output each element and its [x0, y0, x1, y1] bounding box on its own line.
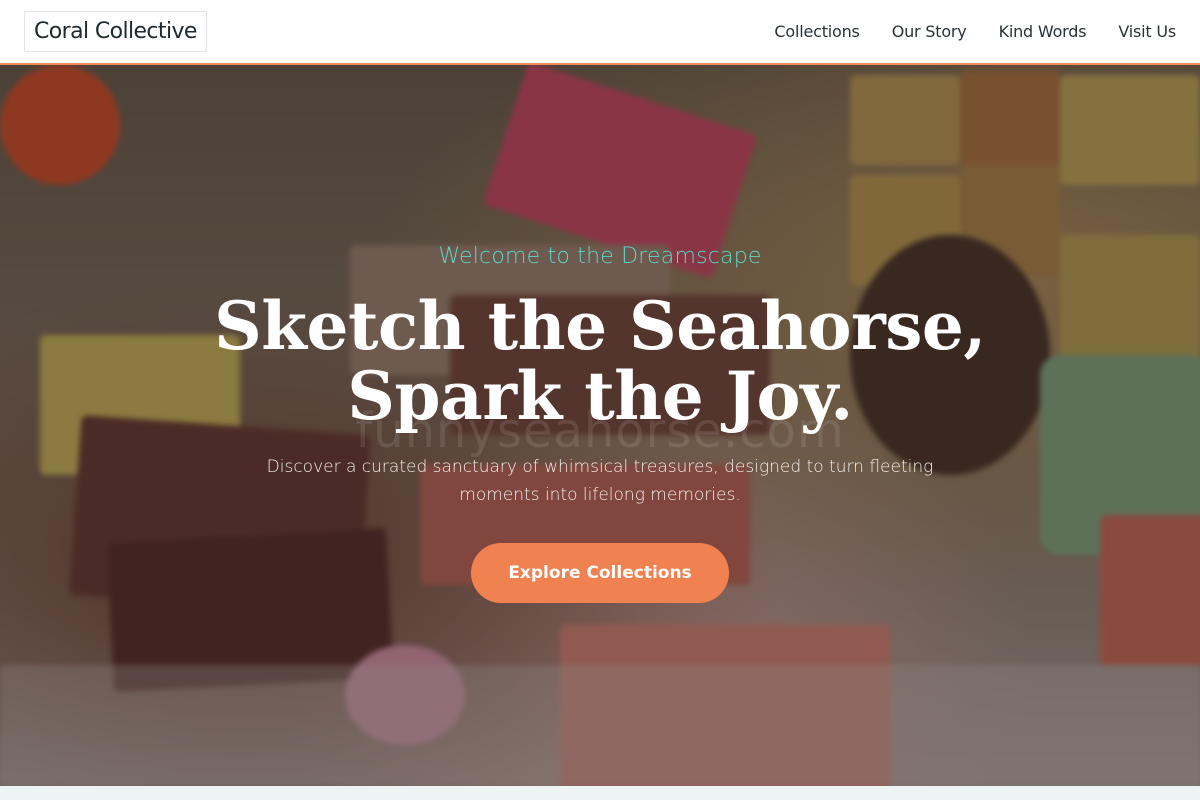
headline-line-2: Spark the Joy. — [347, 357, 853, 435]
nav-link-visit-us[interactable]: Visit Us — [1118, 22, 1176, 41]
nav-link-kind-words[interactable]: Kind Words — [999, 22, 1087, 41]
nav-link-collections[interactable]: Collections — [774, 22, 859, 41]
hero-content: Welcome to the Dreamscape Sketch the Sea… — [0, 65, 1200, 786]
nav-link-our-story[interactable]: Our Story — [892, 22, 967, 41]
explore-collections-button[interactable]: Explore Collections — [471, 543, 729, 603]
site-header: Coral Collective Collections Our Story K… — [0, 0, 1200, 65]
hero-headline: Sketch the Seahorse, Spark the Joy. — [214, 291, 986, 431]
next-section-edge — [0, 786, 1200, 800]
hero-eyebrow: Welcome to the Dreamscape — [438, 244, 762, 269]
headline-line-1: Sketch the Seahorse, — [214, 287, 986, 365]
brand-logo[interactable]: Coral Collective — [24, 11, 207, 52]
hero-subtext: Discover a curated sanctuary of whimsica… — [266, 457, 934, 505]
main-nav: Collections Our Story Kind Words Visit U… — [774, 22, 1176, 41]
hero-section: funnyseahorse.com Welcome to the Dreamsc… — [0, 65, 1200, 786]
